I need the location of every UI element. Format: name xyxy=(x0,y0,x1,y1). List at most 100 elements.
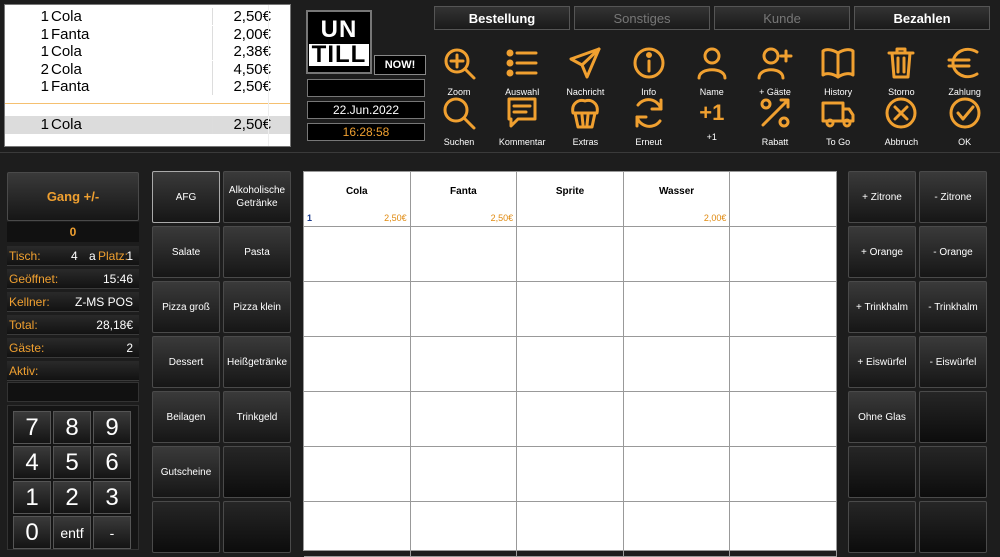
modifier-zitrone[interactable]: + Zitrone xyxy=(848,171,916,223)
product-cell-empty[interactable] xyxy=(517,502,624,557)
numpad-key-4[interactable]: 4 xyxy=(13,446,51,479)
modifier-orange-remove[interactable]: - Orange xyxy=(919,226,987,278)
modifier-empty[interactable] xyxy=(848,501,916,553)
toolbar-button-zoom[interactable]: Zoom xyxy=(429,45,489,97)
tab-bezahlen[interactable]: Bezahlen xyxy=(854,6,990,30)
category-gutscheine[interactable]: Gutscheine xyxy=(152,446,220,498)
product-cell-empty[interactable] xyxy=(304,502,411,557)
category-dessert[interactable]: Dessert xyxy=(152,336,220,388)
product-cell-empty[interactable] xyxy=(304,392,411,447)
numpad-key-6[interactable]: 6 xyxy=(93,446,131,479)
tab-bestellung[interactable]: Bestellung xyxy=(434,6,570,30)
numpad-delete-button[interactable]: entf xyxy=(53,516,91,549)
order-item[interactable]: 1 Fanta 2,50€ xyxy=(5,78,290,95)
toolbar-button-erneut[interactable]: Erneut xyxy=(619,95,679,147)
product-cell-empty[interactable] xyxy=(517,337,624,392)
numpad-key-1[interactable]: 1 xyxy=(13,481,51,514)
category-pizza-groß[interactable]: Pizza groß xyxy=(152,281,220,333)
product-cell-empty[interactable] xyxy=(623,447,731,502)
product-cell-empty[interactable] xyxy=(304,227,411,282)
toolbar-button-suchen[interactable]: Suchen xyxy=(429,95,489,147)
product-cell-empty[interactable] xyxy=(517,282,624,337)
product-cell-empty[interactable] xyxy=(730,227,837,282)
modifier-trinkhalm-remove[interactable]: - Trinkhalm xyxy=(919,281,987,333)
product-cell-empty[interactable] xyxy=(517,447,624,502)
category-empty[interactable] xyxy=(223,446,291,498)
category-empty[interactable] xyxy=(152,501,220,553)
product-cell-empty[interactable] xyxy=(730,392,837,447)
modifier-empty[interactable] xyxy=(919,501,987,553)
toolbar-button-togo[interactable]: To Go xyxy=(808,95,868,147)
gang-button[interactable]: Gang +/- xyxy=(7,172,139,221)
product-cell-empty[interactable] xyxy=(730,502,837,557)
toolbar-button-auswahl[interactable]: Auswahl xyxy=(492,45,552,97)
product-cell-empty[interactable] xyxy=(517,227,624,282)
numpad-key-9[interactable]: 9 xyxy=(93,411,131,444)
toolbar-button-history[interactable]: History xyxy=(808,45,868,97)
category-salate[interactable]: Salate xyxy=(152,226,220,278)
product-sprite[interactable]: Sprite xyxy=(517,172,624,227)
category-pasta[interactable]: Pasta xyxy=(223,226,291,278)
modifier-zitrone-remove[interactable]: - Zitrone xyxy=(919,171,987,223)
product-cell-empty[interactable] xyxy=(410,447,518,502)
product-cell-empty[interactable] xyxy=(730,337,837,392)
product-cell-empty[interactable] xyxy=(410,282,518,337)
order-item[interactable]: 2 Cola 4,50€ xyxy=(5,60,290,78)
numpad-key-2[interactable]: 2 xyxy=(53,481,91,514)
numpad-key-0[interactable]: 0 xyxy=(13,516,51,549)
numpad-key-5[interactable]: 5 xyxy=(53,446,91,479)
toolbar-button-kommentar[interactable]: Kommentar xyxy=(492,95,552,147)
product-cell-empty[interactable] xyxy=(623,227,731,282)
category-trinkgeld[interactable]: Trinkgeld xyxy=(223,391,291,443)
product-cola[interactable]: Cola 1 2,50€ xyxy=(304,172,411,227)
product-cell-empty[interactable] xyxy=(304,282,411,337)
product-cell-empty[interactable] xyxy=(623,392,731,447)
order-item[interactable]: 1 Cola 2,50€ xyxy=(5,8,290,25)
toolbar-button-abbruch[interactable]: Abbruch xyxy=(871,95,931,147)
product-fanta[interactable]: Fanta 2,50€ xyxy=(410,172,518,227)
toolbar-button-nachricht[interactable]: Nachricht xyxy=(555,45,615,97)
modifier-empty[interactable] xyxy=(919,446,987,498)
modifier-eiswürfel[interactable]: + Eiswürfel xyxy=(848,336,916,388)
numpad-minus-button[interactable]: - xyxy=(93,516,131,549)
category-heißgetränke[interactable]: Heißgetränke xyxy=(223,336,291,388)
product-cell-empty[interactable] xyxy=(410,227,518,282)
category-empty[interactable] xyxy=(223,501,291,553)
toolbar-button-rabatt[interactable]: Rabatt xyxy=(745,95,805,147)
modifier-empty[interactable] xyxy=(919,391,987,443)
modifier-empty[interactable] xyxy=(848,446,916,498)
toolbar-button-name[interactable]: Name xyxy=(682,45,742,97)
product-cell-empty[interactable] xyxy=(730,172,837,227)
category-alkoholische-getränke[interactable]: Alkoholische Getränke xyxy=(223,171,291,223)
numpad-key-3[interactable]: 3 xyxy=(93,481,131,514)
modifier-orange[interactable]: + Orange xyxy=(848,226,916,278)
tab-kunde[interactable]: Kunde xyxy=(714,6,850,30)
modifier-ohne-glas[interactable]: Ohne Glas xyxy=(848,391,916,443)
product-cell-empty[interactable] xyxy=(730,447,837,502)
category-afg[interactable]: AFG xyxy=(152,171,220,223)
category-pizza-klein[interactable]: Pizza klein xyxy=(223,281,291,333)
product-cell-empty[interactable] xyxy=(517,392,624,447)
product-cell-empty[interactable] xyxy=(304,337,411,392)
order-item[interactable]: 1 Fanta 2,00€ xyxy=(5,25,290,43)
product-cell-empty[interactable] xyxy=(410,337,518,392)
toolbar-button-storno[interactable]: Storno xyxy=(871,45,931,97)
order-item[interactable]: 1 Cola 2,38€ xyxy=(5,43,290,60)
numpad-key-7[interactable]: 7 xyxy=(13,411,51,444)
numpad-key-8[interactable]: 8 xyxy=(53,411,91,444)
toolbar-button-info[interactable]: Info xyxy=(619,45,679,97)
product-wasser[interactable]: Wasser 2,00€ xyxy=(623,172,731,227)
modifier-trinkhalm[interactable]: + Trinkhalm xyxy=(848,281,916,333)
product-cell-empty[interactable] xyxy=(730,282,837,337)
toolbar-button-zahlung[interactable]: Zahlung xyxy=(935,45,995,97)
product-cell-empty[interactable] xyxy=(410,392,518,447)
product-cell-empty[interactable] xyxy=(410,502,518,557)
toolbar-button-ok[interactable]: OK xyxy=(935,95,995,147)
order-scrollbar[interactable] xyxy=(268,5,290,146)
order-item[interactable]: 1 Cola 2,50€ xyxy=(5,116,290,134)
product-cell-empty[interactable] xyxy=(623,282,731,337)
product-cell-empty[interactable] xyxy=(304,447,411,502)
toolbar-button-extras[interactable]: Extras xyxy=(555,95,615,147)
product-cell-empty[interactable] xyxy=(623,337,731,392)
order-list[interactable]: 1 Cola 2,50€ 1 Fanta 2,00€ 1 Cola 2,38€ 2 Cola 4,50… xyxy=(4,4,291,147)
